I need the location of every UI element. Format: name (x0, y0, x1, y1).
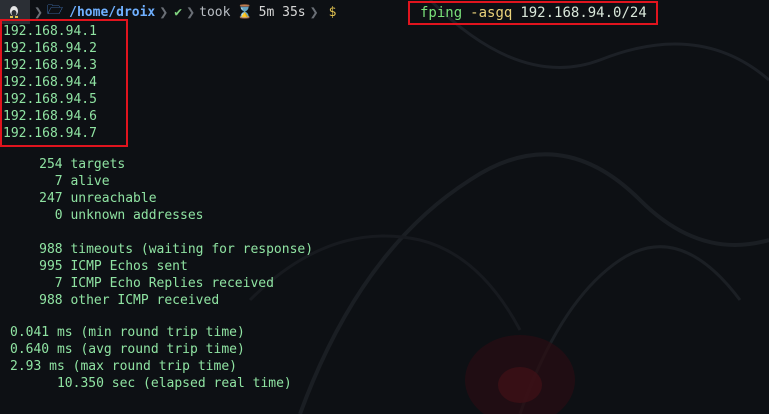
summary-line: 7 alive (0, 174, 110, 189)
alive-host: 192.168.94.1 (3, 24, 97, 39)
summary-line: 0 unknown addresses (0, 208, 204, 223)
command-highlight-box: fping -asgq 192.168.94.0/24 (408, 1, 658, 25)
alive-host: 192.168.94.3 (3, 58, 97, 73)
summary-line: 247 unreachable (0, 191, 157, 206)
hourglass-icon: ⌛ (236, 4, 253, 20)
segment-separator: ❯ (159, 3, 169, 21)
alive-host: 192.168.94.5 (3, 92, 97, 107)
segment-separator: ❯ (309, 3, 319, 21)
rtt-line: 2.93 ms (max round trip time) (10, 359, 237, 374)
alive-host: 192.168.94.6 (3, 109, 97, 124)
fping-summary: 254 targets 7 alive 247 unreachable 0 un… (0, 156, 313, 309)
prompt-symbol: $ (328, 4, 337, 20)
alive-host: 192.168.94.7 (3, 126, 97, 141)
alive-host: 192.168.94.2 (3, 41, 97, 56)
summary-line: 7 ICMP Echo Replies received (0, 276, 274, 291)
rtt-line: 10.350 sec (elapsed real time) (10, 376, 292, 391)
summary-line: 988 other ICMP received (0, 293, 220, 308)
command-flags: -asgq (470, 5, 513, 21)
summary-line: 254 targets (0, 157, 126, 172)
summary-line: 995 ICMP Echos sent (0, 259, 188, 274)
command-argument: 192.168.94.0/24 (520, 5, 647, 21)
alive-host: 192.168.94.4 (3, 75, 97, 90)
current-path: /home/droix (69, 4, 156, 20)
segment-separator: ❯ (186, 3, 196, 21)
alive-hosts-list: 192.168.94.1 192.168.94.2 192.168.94.3 1… (3, 23, 97, 142)
check-icon: ✔ (174, 4, 183, 20)
command-name: fping (420, 5, 463, 21)
summary-line (0, 224, 313, 241)
command-duration: 5m 35s (258, 4, 306, 20)
summary-line: 988 timeouts (waiting for response) (0, 242, 314, 257)
rtt-line: 0.640 ms (avg round trip time) (10, 342, 245, 357)
took-label: took (199, 4, 231, 20)
rtt-line: 0.041 ms (min round trip time) (10, 325, 245, 340)
round-trip-stats: 0.041 ms (min round trip time) 0.640 ms … (10, 324, 292, 392)
